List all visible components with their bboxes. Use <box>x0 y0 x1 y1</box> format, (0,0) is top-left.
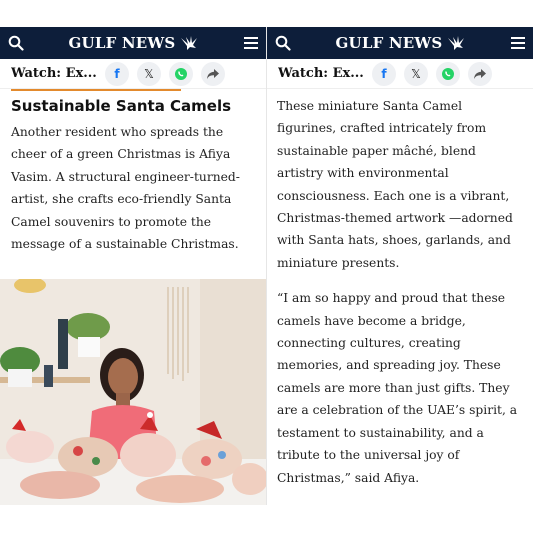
article-panel-left: GULF NEWS Watch: Ex... f 𝕏 Sustainable S… <box>0 27 266 505</box>
whatsapp-share-button[interactable] <box>169 61 193 86</box>
brand-name: GULF NEWS <box>335 34 443 52</box>
article-paragraph-1: These miniature Santa Camel figurines, c… <box>277 99 513 270</box>
section-title: Sustainable Santa Camels <box>11 97 232 115</box>
share-buttons: f 𝕏 <box>372 61 492 86</box>
accent-rule <box>11 89 181 91</box>
search-icon[interactable] <box>275 35 291 51</box>
menu-icon[interactable] <box>244 37 258 49</box>
x-icon: 𝕏 <box>144 66 154 81</box>
top-navigation-bar: GULF NEWS <box>267 27 533 59</box>
share-button[interactable] <box>468 61 492 86</box>
eagle-logo-icon <box>446 35 466 51</box>
article-body-left: Sustainable Santa Camels Another residen… <box>0 89 266 255</box>
watch-link[interactable]: Watch: Ex... <box>11 66 101 81</box>
article-body-right: These miniature Santa Camel figurines, c… <box>267 95 533 489</box>
eagle-logo-icon <box>179 35 199 51</box>
whatsapp-icon <box>174 67 188 81</box>
article-panel-right: GULF NEWS Watch: Ex... f 𝕏 These miniatu… <box>267 27 533 505</box>
whatsapp-icon <box>441 67 455 81</box>
x-share-button[interactable]: 𝕏 <box>404 61 428 86</box>
photo-illustration <box>0 279 266 505</box>
share-button[interactable] <box>201 61 225 86</box>
x-icon: 𝕏 <box>411 66 421 81</box>
x-share-button[interactable]: 𝕏 <box>137 61 161 86</box>
article-paragraph-2: “I am so happy and proud that these came… <box>277 291 518 485</box>
brand-name: GULF NEWS <box>68 34 176 52</box>
top-navigation-bar: GULF NEWS <box>0 27 266 59</box>
facebook-share-button[interactable]: f <box>372 61 396 86</box>
facebook-icon: f <box>114 66 120 81</box>
watch-link[interactable]: Watch: Ex... <box>278 66 368 81</box>
facebook-share-button[interactable]: f <box>105 61 129 86</box>
brand-logo[interactable]: GULF NEWS <box>69 34 200 52</box>
whatsapp-share-button[interactable] <box>436 61 460 86</box>
watch-bar: Watch: Ex... f 𝕏 <box>267 59 533 89</box>
article-photo <box>0 279 266 505</box>
section-header: Sustainable Santa Camels <box>11 89 255 115</box>
facebook-icon: f <box>381 66 387 81</box>
search-icon[interactable] <box>8 35 24 51</box>
share-arrow-icon <box>473 68 487 80</box>
share-buttons: f 𝕏 <box>105 61 225 86</box>
menu-icon[interactable] <box>511 37 525 49</box>
article-paragraph: Another resident who spreads the cheer o… <box>11 125 240 252</box>
share-arrow-icon <box>206 68 220 80</box>
watch-bar: Watch: Ex... f 𝕏 <box>0 59 266 89</box>
brand-logo[interactable]: GULF NEWS <box>336 34 467 52</box>
